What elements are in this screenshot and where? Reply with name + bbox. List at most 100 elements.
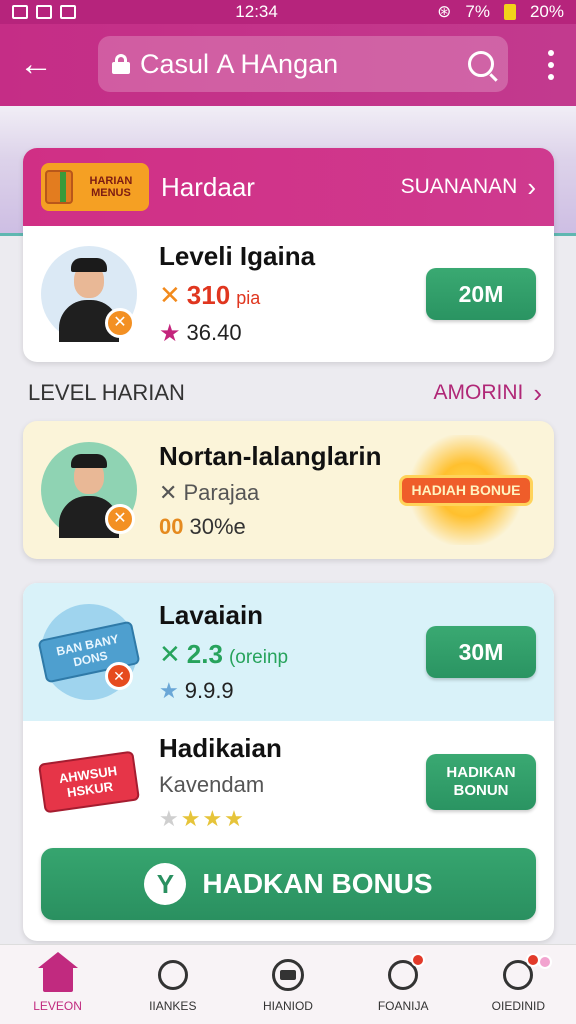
profile-icon <box>500 952 553 993</box>
subtitle-row: ✕ Parajaa <box>159 480 396 506</box>
subtitle: Parajaa <box>183 479 260 505</box>
nav-item-profile[interactable]: OIEDINID <box>468 952 568 1013</box>
item-info: Hadikaian Kavendam ★★★★ <box>159 733 426 832</box>
progress-prefix: 00 <box>159 513 184 539</box>
nav-label: OIEDINID <box>491 998 546 1013</box>
section-link[interactable]: AMORINI › <box>433 380 542 406</box>
bonus-icon: Y <box>144 863 187 905</box>
item-title: Nortan-lalanglarin <box>159 440 382 471</box>
nav-label: LEVEON <box>33 998 82 1013</box>
notification-icon-2 <box>36 5 52 19</box>
coin-badge-icon: ✕ <box>105 662 133 690</box>
avatar: ✕ <box>41 246 137 342</box>
avatar: ✕ <box>41 442 137 538</box>
search-bar[interactable]: Casul A HAngan <box>98 36 508 92</box>
subtitle: Kavendam <box>159 771 265 797</box>
star-icon: ★ <box>159 319 181 347</box>
item-info: Nortan-lalanglarin ✕ Parajaa 00 30%e <box>159 441 396 540</box>
notification-dot <box>538 954 553 969</box>
featured-card-header: HARIAN MENUS Hardaar SUANANAN › <box>23 148 554 226</box>
nav-item-home[interactable]: LEVEON <box>8 951 108 1013</box>
get-bonus-button[interactable]: Y HADKAN BONUS <box>41 848 536 920</box>
section-title: LEVEL HARIAN <box>28 380 185 405</box>
level-card[interactable]: ✕ Nortan-lalanglarin ✕ Parajaa 00 30%e H… <box>23 421 554 559</box>
coin-badge-icon: ✕ <box>105 504 135 534</box>
progress-value: 30%e <box>189 513 246 539</box>
see-all-label: SUANANAN <box>400 175 518 198</box>
gamepad-icon <box>270 957 306 993</box>
list-item-row: AHWSUH HSKUR Hadikaian Kavendam ★★★★ HAD… <box>23 733 554 832</box>
app-header: ← Casul A HAngan <box>0 24 576 106</box>
claim-bonus-button[interactable]: HADIKAN BONUN <box>426 754 536 810</box>
coin-icon <box>385 952 426 993</box>
battery-text: 7% <box>465 2 490 21</box>
see-all-link[interactable]: SUANANAN › <box>401 174 536 200</box>
play-button[interactable]: 30M <box>426 626 536 678</box>
play-button[interactable]: 20M <box>426 268 536 320</box>
item-info: Leveli Igaina ✕ 310 pia ★ 36.40 <box>159 241 426 348</box>
item-title: Leveli Igaina <box>159 240 316 271</box>
value: 2.3 <box>186 639 223 669</box>
promo-text: HADIAH BONUE <box>398 474 534 506</box>
search-icon[interactable] <box>468 51 494 77</box>
star-icon: ★ <box>159 678 179 703</box>
rating-row: ★ 9.9.9 <box>159 678 426 704</box>
cross-icon: ✕ <box>159 639 181 669</box>
ticket-text: AHWSUH HSKUR <box>37 750 141 814</box>
bonus-promo[interactable]: HADIAH BONUE <box>396 435 536 545</box>
value-row: ✕ 2.3 (oreinp <box>159 639 426 670</box>
section-link-label: AMORINI <box>433 381 524 404</box>
value-unit: (oreinp <box>228 647 289 668</box>
list-item[interactable]: BAN BANY DONS ✕ Lavaiain ✕ 2.3 (oreinp ★… <box>23 583 554 721</box>
points-row: ✕ 310 pia <box>159 280 426 311</box>
progress-row: 00 30%e <box>159 514 396 540</box>
gift-icon <box>45 170 73 204</box>
list-item[interactable]: AHWSUH HSKUR Hadikaian Kavendam ★★★★ HAD… <box>23 721 554 843</box>
notification-icon-3 <box>60 5 76 19</box>
star-rating-icon: ★★★★ <box>159 805 246 831</box>
sword-icon: ✕ <box>159 279 181 310</box>
rating-row: ★ 36.40 <box>159 319 426 348</box>
back-arrow-icon[interactable]: ← <box>16 44 56 84</box>
item-title: Hadikaian <box>159 732 282 763</box>
gift-badge: HARIAN MENUS <box>41 163 149 211</box>
badge-text: HARIAN MENUS <box>89 175 133 199</box>
status-time: 12:34 <box>235 2 278 21</box>
bottom-nav: LEVEON IIANKES HIANIOD FOANIJA OIEDINID <box>0 944 576 1024</box>
nav-item-coins[interactable]: FOANIJA <box>353 952 453 1013</box>
notification-icon <box>12 5 28 19</box>
item-title: Lavaiain <box>159 600 264 630</box>
rating-value: 9.9.9 <box>184 678 234 703</box>
nav-label: IIANKES <box>149 998 197 1013</box>
notification-dot <box>411 952 426 967</box>
battery-icon <box>503 4 516 20</box>
header-title: Casul A HAngan <box>140 48 339 79</box>
coin-badge-icon: ✕ <box>105 308 135 338</box>
nav-label: HIANIOD <box>262 998 313 1013</box>
sparkle-icon: ✕ <box>159 479 178 505</box>
section-header: LEVEL HARIAN AMORINI › <box>28 380 542 406</box>
points-value: 310 <box>186 279 231 310</box>
get-bonus-label: HADKAN BONUS <box>202 868 433 899</box>
list-item[interactable]: ✕ Leveli Igaina ✕ 310 pia ★ 36.40 20M <box>23 226 554 362</box>
status-bar: 12:34 ⊛ 7% 20% <box>0 0 576 24</box>
home-icon <box>37 951 78 993</box>
nav-item-games[interactable]: HIANIOD <box>238 957 338 1013</box>
featured-card: HARIAN MENUS Hardaar SUANANAN › ✕ Leveli… <box>23 148 554 362</box>
list-item-row: BAN BANY DONS ✕ Lavaiain ✕ 2.3 (oreinp ★… <box>23 600 554 704</box>
rating-value: 36.40 <box>186 320 242 345</box>
nav-item-search[interactable]: IIANKES <box>123 957 223 1013</box>
list-item: ✕ Nortan-lalanglarin ✕ Parajaa 00 30%e H… <box>23 421 554 559</box>
chevron-right-icon: › <box>527 172 536 202</box>
search-icon <box>155 957 191 993</box>
item-info: Lavaiain ✕ 2.3 (oreinp ★ 9.9.9 <box>159 600 426 704</box>
stars-row: ★★★★ <box>159 806 426 832</box>
featured-card-title: Hardaar <box>161 171 255 202</box>
lock-icon <box>112 54 130 74</box>
ticket-icon: AHWSUH HSKUR <box>37 742 141 822</box>
rewards-card: BAN BANY DONS ✕ Lavaiain ✕ 2.3 (oreinp ★… <box>23 583 554 941</box>
more-menu-icon[interactable] <box>546 50 556 80</box>
chevron-right-icon: › <box>533 378 542 408</box>
points-unit: pia <box>236 287 261 308</box>
nav-label: FOANIJA <box>377 998 429 1013</box>
